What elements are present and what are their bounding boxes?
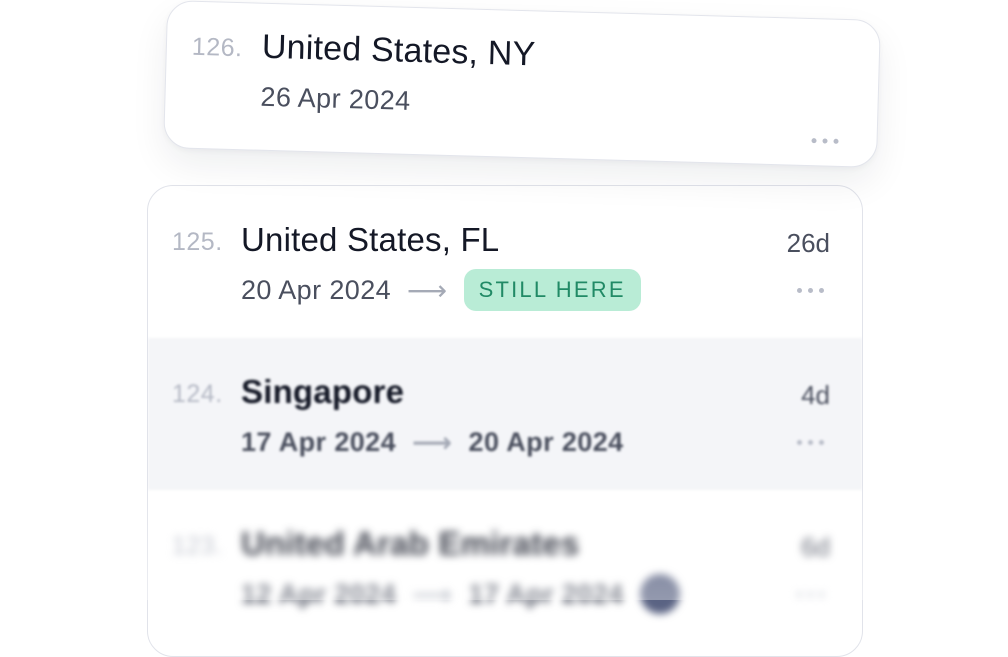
trip-duration: 26d xyxy=(786,228,830,258)
trip-number: 125. xyxy=(172,228,223,256)
more-horizontal-icon[interactable] xyxy=(797,288,824,293)
trip-dates: 17 Apr 2024 ⟶ 20 Apr 2024 xyxy=(241,420,624,464)
trip-start-date: 12 Apr 2024 xyxy=(241,578,396,609)
status-badge: STILL HERE xyxy=(463,269,641,311)
avatar xyxy=(639,574,680,614)
trip-start-date: 26 Apr 2024 xyxy=(260,81,411,116)
trip-end-date: 20 Apr 2024 xyxy=(468,426,624,457)
trip-dates: 20 Apr 2024 ⟶ STILL HERE xyxy=(241,268,641,312)
arrow-right-icon: ⟶ xyxy=(412,425,453,459)
arrow-right-icon: ⟶ xyxy=(412,577,453,611)
trip-location: United States, FL xyxy=(241,221,500,258)
trip-number: 124. xyxy=(172,380,223,408)
trip-start-date: 20 Apr 2024 xyxy=(241,274,392,305)
trip-start-date: 17 Apr 2024 xyxy=(241,426,396,457)
arrow-right-icon: ⟶ xyxy=(407,273,448,307)
trip-row-123[interactable]: 123. United Arab Emirates 12 Apr 2024 ⟶ … xyxy=(148,490,862,642)
trip-end-date: 17 Apr 2024 xyxy=(468,578,624,609)
trip-location: Singapore xyxy=(241,373,405,410)
trip-number: 126. xyxy=(191,32,243,63)
more-horizontal-icon[interactable] xyxy=(811,138,839,144)
trip-row-124[interactable]: 124. Singapore 17 Apr 2024 ⟶ 20 Apr 2024… xyxy=(148,338,862,490)
trip-row-125[interactable]: 125. United States, FL 20 Apr 2024 ⟶ STI… xyxy=(148,186,862,338)
more-horizontal-icon[interactable] xyxy=(797,440,824,445)
trip-card-126[interactable]: 126. United States, NY 26 Apr 2024 xyxy=(163,0,881,168)
trip-dates: 12 Apr 2024 ⟶ 17 Apr 2024 xyxy=(241,572,680,616)
trip-location: United States, NY xyxy=(261,27,537,74)
trip-duration: 6d xyxy=(801,532,830,562)
trip-number: 123. xyxy=(172,532,223,560)
trip-duration: 4d xyxy=(801,380,830,410)
trip-location: United Arab Emirates xyxy=(241,525,580,562)
trip-list: 125. United States, FL 20 Apr 2024 ⟶ STI… xyxy=(147,185,863,657)
more-horizontal-icon[interactable] xyxy=(797,592,824,597)
